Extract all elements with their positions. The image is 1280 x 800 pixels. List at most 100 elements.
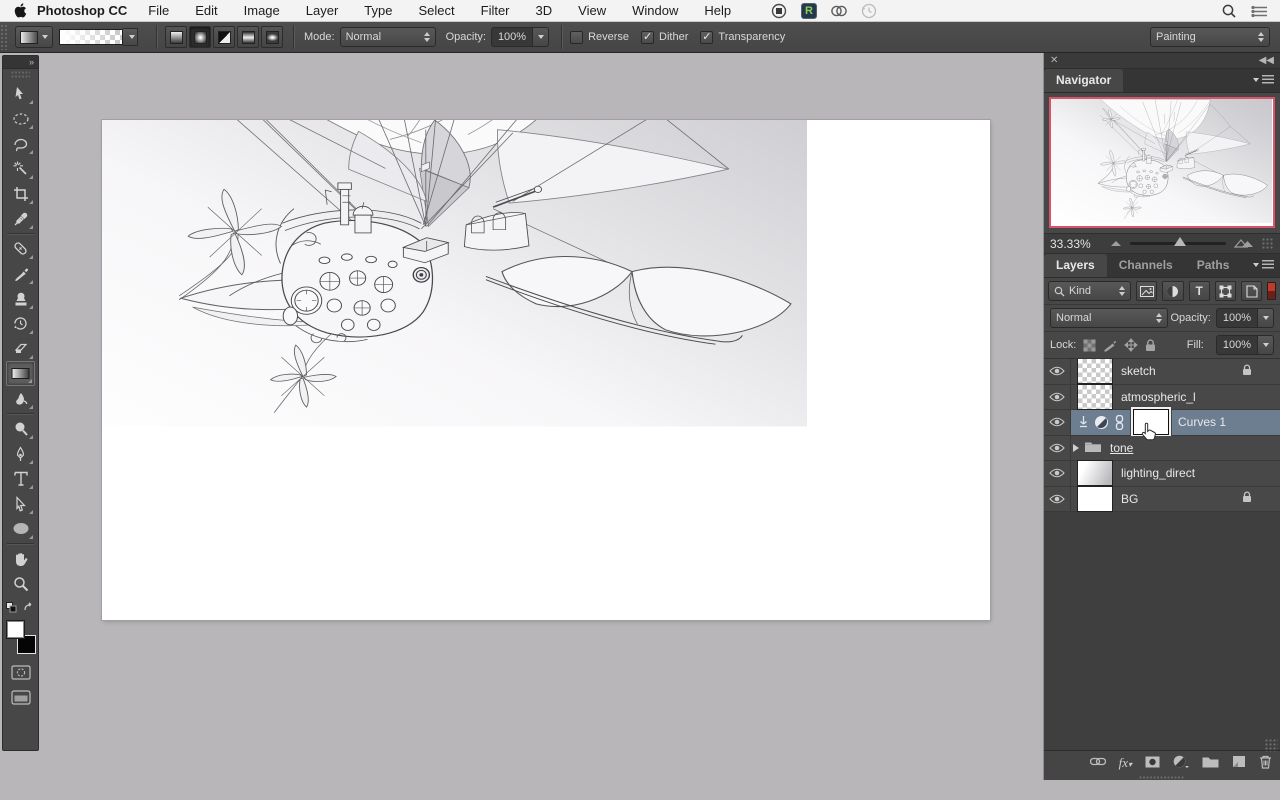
- filter-shape-layers-icon[interactable]: [1214, 281, 1237, 301]
- document-canvas[interactable]: [102, 120, 990, 620]
- hand-tool[interactable]: [6, 546, 35, 571]
- tab-channels[interactable]: Channels: [1107, 254, 1185, 277]
- zoom-slider-thumb[interactable]: [1174, 237, 1187, 246]
- visibility-eye-icon[interactable]: [1044, 461, 1071, 486]
- add-layer-mask-icon[interactable]: [1145, 756, 1160, 771]
- clone-stamp-tool[interactable]: [6, 286, 35, 311]
- filter-smart-objects-icon[interactable]: [1241, 281, 1263, 301]
- visibility-eye-icon[interactable]: [1044, 410, 1071, 435]
- zoom-level-value[interactable]: 33.33%: [1050, 237, 1102, 251]
- layer-row-curves1[interactable]: Curves 1: [1044, 410, 1280, 441]
- creative-cloud-icon[interactable]: [824, 0, 854, 22]
- layer-fill-combo[interactable]: 100%: [1215, 335, 1274, 355]
- collapse-panels-icon[interactable]: ◀◀: [1259, 55, 1274, 66]
- menu-file[interactable]: File: [135, 0, 182, 22]
- opacity-dropdown-button[interactable]: [533, 27, 550, 47]
- visibility-eye-icon[interactable]: [1044, 384, 1071, 409]
- layer-name[interactable]: BG: [1121, 492, 1138, 506]
- layer-name[interactable]: atmospheric_l: [1121, 390, 1196, 404]
- zoom-out-icon[interactable]: [1110, 238, 1122, 250]
- time-machine-icon[interactable]: [854, 0, 884, 22]
- menu-3d[interactable]: 3D: [523, 0, 566, 22]
- quick-mask-button[interactable]: [6, 660, 35, 685]
- blend-mode-select[interactable]: Normal: [339, 27, 436, 47]
- default-colors-icon[interactable]: [6, 600, 17, 618]
- adjustment-layer-icon[interactable]: [1094, 415, 1109, 430]
- link-layers-icon[interactable]: [1089, 757, 1106, 769]
- panel-corner-grip[interactable]: [1265, 739, 1278, 752]
- shape-tool[interactable]: [6, 516, 35, 541]
- tab-layers[interactable]: Layers: [1044, 254, 1107, 277]
- zoom-in-icon[interactable]: [1233, 237, 1254, 251]
- filter-kind-select[interactable]: Kind: [1048, 281, 1132, 301]
- gradient-editor[interactable]: [59, 28, 138, 46]
- tool-preset-picker[interactable]: [15, 26, 53, 48]
- menu-window[interactable]: Window: [619, 0, 691, 22]
- marquee-tool[interactable]: [6, 106, 35, 131]
- navigator-resize-grip[interactable]: [1262, 237, 1274, 250]
- dither-checkbox[interactable]: ✓ Dither: [641, 30, 688, 44]
- screen-record-icon[interactable]: [764, 0, 794, 22]
- new-adjustment-layer-icon[interactable]: [1173, 755, 1189, 771]
- filtering-toggle[interactable]: [1267, 282, 1276, 300]
- layer-style-fx-icon[interactable]: fx▾: [1119, 755, 1132, 771]
- filter-adjustment-layers-icon[interactable]: [1162, 281, 1184, 301]
- lock-pixels-icon[interactable]: [1103, 339, 1117, 352]
- visibility-eye-icon[interactable]: [1044, 359, 1071, 384]
- gradient-style-radial-button[interactable]: [189, 26, 211, 48]
- lock-all-icon[interactable]: [1145, 338, 1156, 352]
- layer-row-atmospheric[interactable]: atmospheric_l: [1044, 383, 1280, 410]
- layer-thumbnail[interactable]: [1077, 383, 1113, 410]
- gradient-style-linear-button[interactable]: [165, 26, 187, 48]
- eraser-tool[interactable]: [6, 336, 35, 361]
- gradient-style-angle-button[interactable]: [213, 26, 235, 48]
- app-name[interactable]: Photoshop CC: [37, 3, 127, 18]
- navigator-proxy-view[interactable]: [1049, 97, 1275, 228]
- gradient-preview[interactable]: [59, 29, 123, 45]
- menu-type[interactable]: Type: [351, 0, 405, 22]
- smudge-tool[interactable]: [6, 386, 35, 411]
- layer-opacity-combo[interactable]: 100%: [1215, 308, 1274, 328]
- group-expand-icon[interactable]: [1073, 443, 1079, 452]
- type-tool[interactable]: [6, 466, 35, 491]
- r-app-icon[interactable]: R: [794, 0, 824, 22]
- options-bar-grip[interactable]: [0, 24, 9, 50]
- menu-image[interactable]: Image: [231, 0, 293, 22]
- tab-navigator[interactable]: Navigator: [1044, 69, 1124, 92]
- menu-help[interactable]: Help: [691, 0, 744, 22]
- visibility-eye-icon[interactable]: [1044, 435, 1071, 460]
- gradient-style-reflected-button[interactable]: [237, 26, 259, 48]
- layer-name[interactable]: lighting_direct: [1121, 466, 1195, 480]
- layer-row-lighting-direct[interactable]: lighting_direct: [1044, 460, 1280, 487]
- layer-thumbnail[interactable]: [1077, 359, 1113, 385]
- gradient-style-diamond-button[interactable]: [261, 26, 283, 48]
- filter-type-layers-icon[interactable]: T: [1188, 281, 1210, 301]
- screen-mode-button[interactable]: [6, 685, 35, 710]
- navigator-zoom-slider[interactable]: [1130, 237, 1226, 246]
- apple-menu-icon[interactable]: [14, 3, 27, 18]
- foreground-color-swatch[interactable]: [5, 620, 25, 639]
- tools-grip[interactable]: [11, 71, 30, 79]
- history-brush-tool[interactable]: [6, 311, 35, 336]
- menu-filter[interactable]: Filter: [468, 0, 523, 22]
- menu-layer[interactable]: Layer: [293, 0, 352, 22]
- workspace-switcher[interactable]: Painting: [1150, 27, 1270, 47]
- dodge-tool[interactable]: [6, 416, 35, 441]
- brush-tool[interactable]: [6, 261, 35, 286]
- layer-blend-mode-select[interactable]: Normal: [1050, 308, 1168, 328]
- layer-row-bg[interactable]: BG: [1044, 485, 1280, 512]
- eyedropper-tool[interactable]: [6, 206, 35, 231]
- spotlight-search-icon[interactable]: [1214, 0, 1244, 22]
- layer-name[interactable]: sketch: [1121, 364, 1156, 378]
- layer-name[interactable]: Curves 1: [1178, 415, 1226, 429]
- delete-layer-icon[interactable]: [1259, 755, 1272, 772]
- dock-resize-grip[interactable]: [1139, 775, 1185, 780]
- move-tool[interactable]: [6, 81, 35, 106]
- new-layer-icon[interactable]: [1232, 755, 1246, 771]
- collapse-tools-icon[interactable]: »: [3, 56, 38, 69]
- healing-brush-tool[interactable]: [6, 236, 35, 261]
- swap-colors-icon[interactable]: [23, 600, 35, 618]
- gradient-tool[interactable]: [6, 361, 35, 386]
- layer-thumbnail[interactable]: [1077, 485, 1113, 512]
- new-group-icon[interactable]: [1202, 756, 1219, 771]
